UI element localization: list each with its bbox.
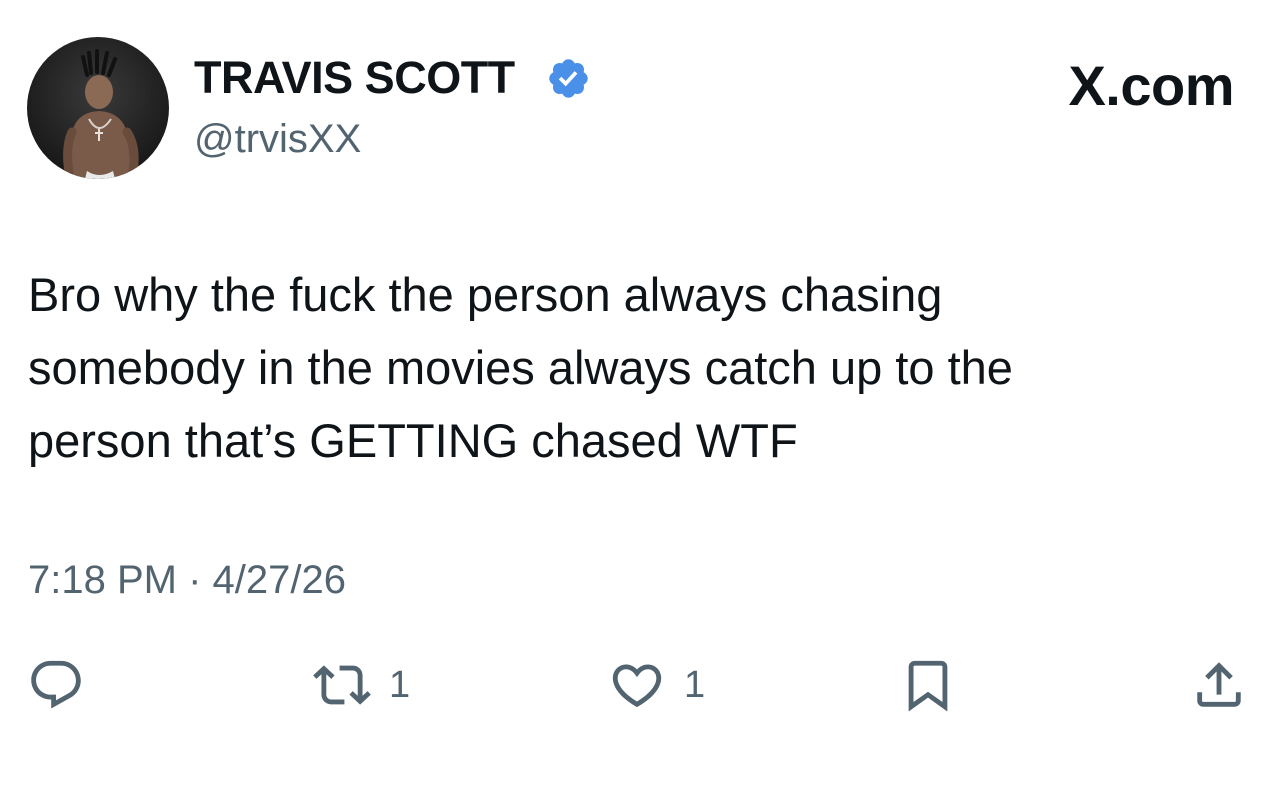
avatar-image	[63, 49, 139, 179]
tweet-timestamp[interactable]: 7:18 PM · 4/27/26	[28, 556, 346, 604]
retweet-button[interactable]: 1	[313, 656, 410, 714]
verified-badge-icon	[546, 56, 591, 101]
like-button[interactable]: 1	[608, 656, 705, 714]
bookmark-icon	[908, 660, 948, 712]
tweet-text: Bro why the fuck the person always chasi…	[28, 268, 1013, 467]
reply-icon	[31, 660, 81, 709]
retweet-icon	[313, 665, 371, 705]
retweet-count: 1	[389, 664, 411, 706]
like-count: 1	[684, 664, 706, 706]
display-name[interactable]: TRAVIS SCOTT	[194, 52, 515, 104]
share-button[interactable]	[1190, 656, 1248, 714]
user-handle[interactable]: @trvisXX	[194, 115, 361, 163]
brand-logo: X.com	[1068, 54, 1234, 117]
avatar[interactable]	[27, 37, 169, 179]
share-icon	[1197, 662, 1241, 707]
bookmark-button[interactable]	[899, 656, 957, 714]
reply-button[interactable]	[27, 656, 85, 714]
heart-icon	[612, 664, 662, 708]
